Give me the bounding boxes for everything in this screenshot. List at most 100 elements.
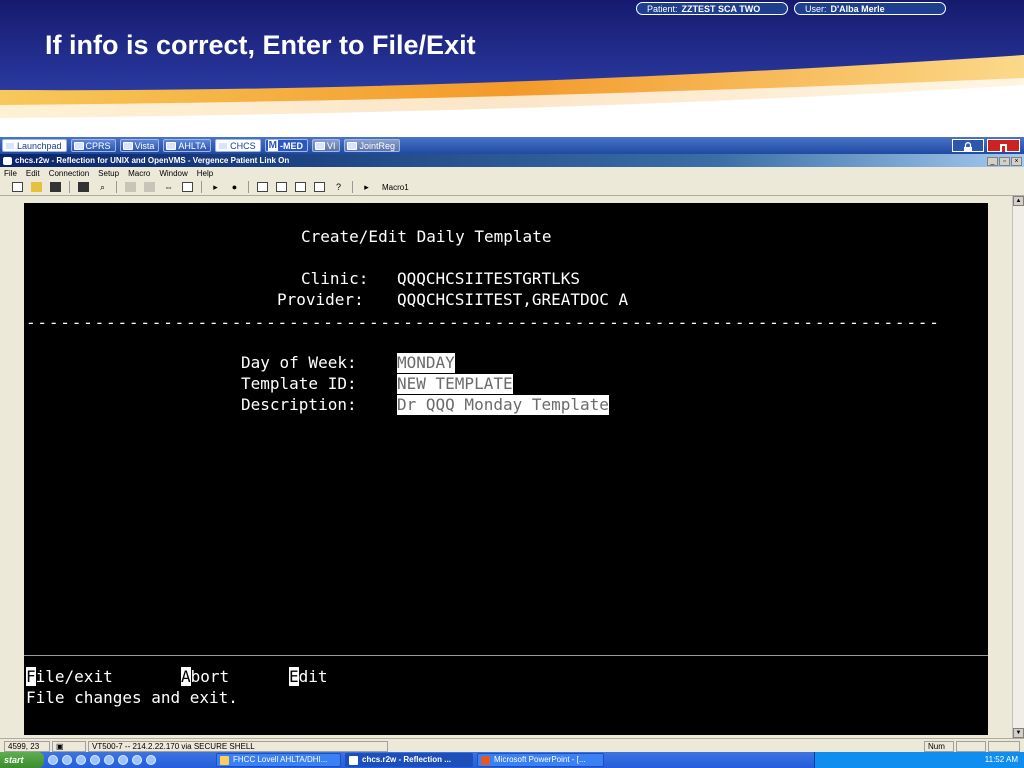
browser-icon — [220, 756, 229, 765]
edit-label: dit — [298, 667, 328, 686]
connect-icon[interactable]: ⇔ — [163, 182, 174, 192]
close-button[interactable]: × — [1011, 157, 1022, 166]
menu-file[interactable]: File — [4, 169, 17, 178]
start-button[interactable]: start — [0, 752, 44, 768]
paste-icon[interactable] — [144, 182, 155, 192]
quicklaunch-app-icon[interactable] — [132, 755, 142, 765]
macro-name[interactable]: Macro1 — [382, 183, 409, 192]
patient-pill[interactable]: Patient: ZZTEST SCA TWO — [636, 2, 788, 15]
reflection-icon — [349, 756, 358, 765]
template-id-field[interactable]: NEW TEMPLATE — [397, 374, 513, 394]
window-controls: _ ▫ × — [987, 157, 1022, 166]
quicklaunch-app-icon[interactable] — [104, 755, 114, 765]
taskbar-item-reflection[interactable]: chcs.r2w - Reflection ... — [345, 753, 473, 767]
disconnect-icon[interactable] — [182, 182, 193, 192]
printer-status-icon: ▣ — [52, 741, 86, 752]
numlock-indicator: Num — [924, 741, 954, 752]
terminal-screen[interactable]: Create/Edit Daily Template Clinic: QQQCH… — [24, 203, 988, 735]
quicklaunch-app-icon[interactable] — [118, 755, 128, 765]
action-help-text: File changes and exit. — [26, 688, 238, 707]
abort-hotkey: A — [181, 667, 191, 686]
taskbar-item-powerpoint[interactable]: Microsoft PowerPoint - [... — [477, 753, 604, 767]
mmed-label: -MED — [279, 140, 303, 151]
launchpad-label: Launchpad — [17, 140, 62, 151]
edit-hotkey: E — [289, 667, 299, 686]
connection-status: VT500-7 -- 214.2.22.170 via SECURE SHELL — [88, 741, 388, 752]
chcs-label: CHCS — [230, 140, 256, 151]
cprs-button[interactable]: CPRS — [70, 139, 116, 152]
mmed-button[interactable]: M -MED — [264, 139, 308, 152]
menu-bar: File Edit Connection Setup Macro Window … — [0, 167, 1024, 179]
menu-setup[interactable]: Setup — [98, 169, 119, 178]
clinic-label: Clinic: — [301, 269, 369, 288]
vista-label: Vista — [134, 140, 155, 151]
description-field[interactable]: Dr QQQ Monday Template — [397, 395, 609, 415]
ahlta-label: AHLTA — [178, 140, 207, 151]
vista-button[interactable]: Vista — [119, 139, 160, 152]
chcs-button[interactable]: CHCS — [215, 139, 261, 152]
new-document-icon[interactable] — [12, 182, 23, 192]
abort-label: bort — [190, 667, 230, 686]
run-macro-icon[interactable]: ▸ — [361, 182, 372, 192]
start-label: start — [4, 755, 24, 765]
provider-value: QQQCHCSIITEST,GREATDOC A — [397, 290, 629, 309]
print-icon[interactable] — [78, 182, 89, 192]
quicklaunch-app-icon[interactable] — [76, 755, 86, 765]
menu-help[interactable]: Help — [197, 169, 213, 178]
exit-button[interactable] — [987, 139, 1020, 152]
menu-edit[interactable]: Edit — [26, 169, 40, 178]
save-icon[interactable] — [50, 182, 61, 192]
vista-icon — [122, 141, 133, 150]
launchpad-button[interactable]: Launchpad — [2, 139, 67, 152]
lock-button[interactable] — [952, 139, 984, 152]
edit-action[interactable]: Edit — [289, 667, 328, 687]
exit-icon — [1000, 144, 1007, 152]
menu-connection[interactable]: Connection — [49, 169, 89, 178]
lock-icon — [964, 142, 972, 152]
quicklaunch-ie-icon[interactable] — [62, 755, 72, 765]
find-icon[interactable]: ⌕ — [97, 182, 108, 192]
vertical-scrollbar[interactable]: ▲ ▼ — [1012, 196, 1024, 738]
header-swoosh — [0, 0, 1024, 137]
copy-icon[interactable] — [125, 182, 136, 192]
setup-terminal-icon[interactable] — [295, 182, 306, 192]
user-pill[interactable]: User: D'Alba Merle — [794, 2, 946, 15]
status-pane-empty — [956, 741, 986, 752]
scroll-up-icon[interactable]: ▲ — [1013, 196, 1024, 206]
restore-button[interactable]: ▫ — [999, 157, 1010, 166]
provider-label: Provider: — [277, 290, 364, 309]
jointreg-button[interactable]: JointReg — [344, 139, 401, 152]
launchpad-icon — [5, 141, 15, 150]
menu-macro[interactable]: Macro — [128, 169, 150, 178]
taskbar-item-ahlta[interactable]: FHCC Lovell AHLTA/DHI... — [216, 753, 341, 767]
window-title: chcs.r2w - Reflection for UNIX and OpenV… — [15, 156, 290, 165]
toolbar-separator — [201, 181, 202, 193]
play-macro-icon[interactable]: ▸ — [210, 182, 221, 192]
open-folder-icon[interactable] — [31, 182, 42, 192]
clock[interactable]: 11:52 AM — [985, 755, 1018, 764]
setup-display-icon[interactable] — [257, 182, 268, 192]
status-bar: 4599, 23 ▣ VT500-7 -- 214.2.22.170 via S… — [0, 738, 1024, 752]
abort-action[interactable]: Abort — [181, 667, 229, 687]
screen-title: Create/Edit Daily Template — [301, 227, 552, 246]
template-id-label: Template ID: — [241, 374, 357, 393]
folder-icon — [73, 141, 84, 150]
system-tray: 11:52 AM — [814, 752, 1024, 768]
setup-keyboard-icon[interactable] — [276, 182, 287, 192]
vi-button[interactable]: VI — [311, 139, 341, 152]
day-of-week-field[interactable]: MONDAY — [397, 353, 455, 373]
toolbar: ⌕ ⇔ ▸ ● ? ▸ Macro1 — [0, 179, 1024, 196]
scroll-down-icon[interactable]: ▼ — [1013, 728, 1024, 738]
ahlta-button[interactable]: AHLTA — [163, 139, 212, 152]
setup-hotspots-icon[interactable] — [314, 182, 325, 192]
menu-window[interactable]: Window — [159, 169, 187, 178]
minimize-button[interactable]: _ — [987, 157, 998, 166]
context-help-icon[interactable]: ? — [333, 182, 344, 192]
clinic-value: QQQCHCSIITESTGRTLKS — [397, 269, 581, 288]
file-exit-action[interactable]: File/exit — [26, 667, 113, 687]
quicklaunch-app-icon[interactable] — [146, 755, 156, 765]
record-macro-icon[interactable]: ● — [229, 182, 240, 192]
user-name: D'Alba Merle — [830, 3, 885, 14]
quicklaunch-app-icon[interactable] — [90, 755, 100, 765]
quicklaunch-desktop-icon[interactable] — [48, 755, 58, 765]
